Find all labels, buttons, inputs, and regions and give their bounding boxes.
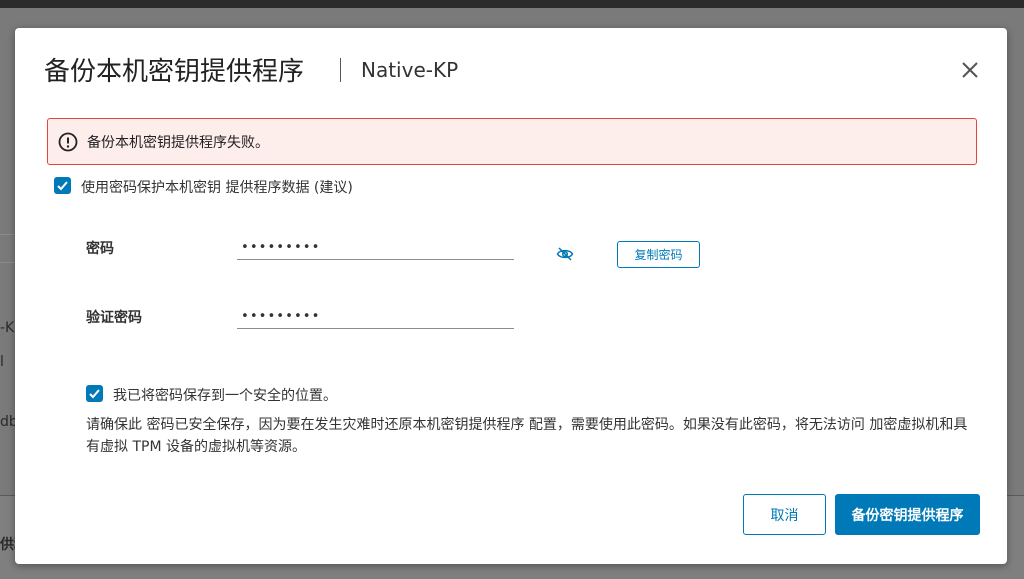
- protect-with-password-checkbox[interactable]: [54, 177, 71, 194]
- password-info-text: 请确保此 密码已安全保存，因为要在发生灾难时还原本机密钥提供程序 配置，需要使用…: [86, 417, 968, 455]
- background-text: -K: [0, 320, 15, 336]
- checkmark-icon: [89, 389, 100, 399]
- confirm-password-label: 验证密码: [86, 310, 142, 326]
- error-alert: 备份本机密钥提供程序失败。: [47, 118, 977, 165]
- copy-password-button[interactable]: 复制密码: [617, 241, 700, 268]
- cancel-button[interactable]: 取消: [743, 494, 826, 535]
- password-saved-label: 我已将密码保存到一个安全的位置。: [113, 388, 337, 404]
- alert-message: 备份本机密钥提供程序失败。: [87, 135, 269, 151]
- password-input[interactable]: [237, 236, 514, 260]
- title-separator: [340, 58, 341, 82]
- password-saved-checkbox[interactable]: [86, 385, 103, 402]
- background-text: l: [0, 354, 4, 370]
- backup-key-provider-button[interactable]: 备份密钥提供程序: [835, 494, 980, 535]
- confirm-password-input[interactable]: [237, 305, 514, 329]
- dialog-subtitle: Native-KP: [361, 58, 459, 82]
- error-circle-icon: [58, 132, 78, 152]
- checkmark-icon: [57, 181, 68, 191]
- password-label: 密码: [86, 241, 114, 257]
- background-topbar: [0, 0, 1024, 8]
- backup-key-provider-dialog: 备份本机密钥提供程序 Native-KP 备份本机密钥提供程序失败。 使用密码保…: [15, 28, 1007, 564]
- dialog-title: 备份本机密钥提供程序: [44, 57, 305, 87]
- eye-hidden-icon[interactable]: [556, 246, 574, 262]
- close-icon[interactable]: [959, 59, 981, 81]
- protect-with-password-label: 使用密码保护本机密钥 提供程序数据 (建议): [81, 180, 353, 196]
